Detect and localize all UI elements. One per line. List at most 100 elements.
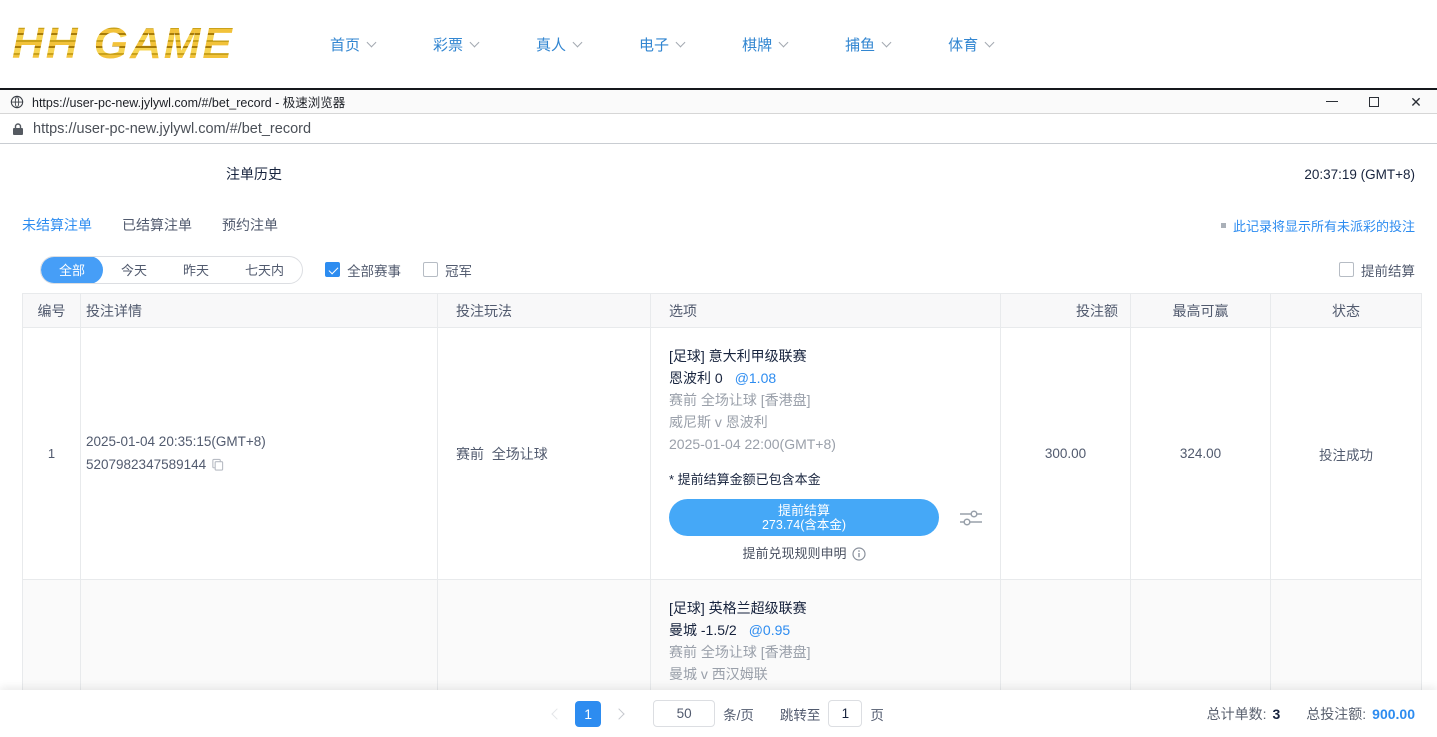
tab-unsettled[interactable]: 未结算注单 — [22, 215, 92, 235]
close-icon: ✕ — [1410, 95, 1422, 109]
prev-page-icon[interactable] — [551, 708, 562, 719]
note-text: 此记录将显示所有未派彩的投注 — [1233, 216, 1415, 235]
nav-item-lottery[interactable]: 彩票 — [433, 34, 478, 55]
note-bullet-icon — [1221, 223, 1226, 228]
close-button[interactable]: ✕ — [1395, 90, 1437, 113]
minimize-button[interactable] — [1311, 90, 1353, 113]
maximize-icon — [1369, 97, 1379, 107]
nav-item-cards[interactable]: 棋牌 — [742, 34, 787, 55]
bet-record-page: 注单历史 20:37:19 (GMT+8) 未结算注单 已结算注单 预约注单 此… — [0, 144, 1437, 737]
cell-detail: 2025-01-04 20:35:15(GMT+8) 5207982347589… — [81, 328, 438, 580]
total-count-value: 3 — [1272, 706, 1280, 722]
site-header: HH GAME 首页 彩票 真人 电子 棋牌 捕鱼 体育 — [0, 0, 1437, 88]
pill-all[interactable]: 全部 — [41, 256, 103, 284]
date-filter-group: 全部 今天 昨天 七天内 — [40, 256, 303, 284]
checkbox-checked-icon — [325, 262, 340, 277]
record-note: 此记录将显示所有未派彩的投注 — [1221, 216, 1415, 235]
total-count-label: 总计单数: — [1207, 704, 1267, 724]
bet-id: 5207982347589144 — [86, 457, 206, 472]
chevron-down-icon — [676, 37, 686, 47]
checkbox-label: 冠军 — [445, 260, 472, 280]
option-odds: @0.95 — [749, 622, 790, 638]
option-match: 威尼斯 v 恩波利 — [669, 411, 1000, 433]
jump-unit-label: 页 — [870, 704, 884, 724]
chevron-down-icon — [573, 37, 583, 47]
checkbox-unchecked-icon — [423, 262, 438, 277]
page-number-button[interactable]: 1 — [575, 701, 601, 727]
option-match: 曼城 v 西汉姆联 — [669, 663, 1000, 685]
copy-icon[interactable] — [211, 459, 224, 474]
total-amount-label: 总投注额: — [1306, 704, 1366, 724]
server-time: 20:37:19 (GMT+8) — [1304, 167, 1415, 182]
header-detail: 投注详情 — [81, 294, 438, 328]
table-header-row: 编号 投注详情 投注玩法 选项 投注额 最高可赢 状态 — [23, 294, 1421, 328]
window-controls: ✕ — [1311, 90, 1437, 113]
total-amount-value: 900.00 — [1372, 706, 1415, 722]
cell-maxwin: 324.00 — [1131, 328, 1271, 580]
header-play: 投注玩法 — [438, 294, 651, 328]
url-text[interactable]: https://user-pc-new.jylywl.com/#/bet_rec… — [33, 121, 311, 137]
site-logo[interactable]: HH GAME — [12, 22, 292, 66]
bet-id-line: 5207982347589144 — [86, 453, 437, 478]
nav-item-home[interactable]: 首页 — [330, 34, 375, 55]
chevron-down-icon — [882, 37, 892, 47]
totals: 总计单数: 3 总投注额: 900.00 — [1207, 704, 1415, 724]
footer-bar: 1 条/页 跳转至 页 总计单数: 3 总投注额: 900.00 — [0, 690, 1437, 737]
page-title: 注单历史 — [226, 164, 282, 184]
sliders-icon[interactable] — [959, 508, 983, 528]
early-settle-checkbox[interactable]: 提前结算 — [1339, 260, 1415, 280]
filter-row: 全部 今天 昨天 七天内 全部赛事 冠军 提前结算 — [0, 246, 1437, 293]
champion-checkbox[interactable]: 冠军 — [423, 260, 472, 280]
pill-today[interactable]: 今天 — [103, 256, 165, 284]
header-maxwin: 最高可赢 — [1131, 294, 1271, 328]
address-bar: https://user-pc-new.jylywl.com/#/bet_rec… — [0, 114, 1437, 144]
browser-title: https://user-pc-new.jylywl.com/#/bet_rec… — [32, 92, 345, 111]
nav-item-live[interactable]: 真人 — [536, 34, 581, 55]
chevron-down-icon — [985, 37, 995, 47]
all-events-checkbox[interactable]: 全部赛事 — [325, 260, 401, 280]
cashout-rule-text: 提前兑现规则申明 — [742, 543, 846, 565]
bet-table: 编号 投注详情 投注玩法 选项 投注额 最高可赢 状态 1 2025-01-04… — [22, 293, 1422, 737]
pagination: 1 条/页 跳转至 页 — [553, 700, 884, 727]
option-match-time: 2025-01-04 22:00(GMT+8) — [669, 433, 1000, 455]
cell-amount: 300.00 — [1001, 328, 1131, 580]
cell-status: 投注成功 — [1271, 328, 1421, 580]
nav-item-fishing[interactable]: 捕鱼 — [845, 34, 890, 55]
option-league: [足球] 意大利甲级联赛 — [669, 345, 1000, 367]
header-no: 编号 — [23, 294, 81, 328]
option-pick: 恩波利 0 — [669, 370, 723, 386]
nav-item-sports[interactable]: 体育 — [948, 34, 993, 55]
nav-item-slots[interactable]: 电子 — [639, 34, 684, 55]
header-option: 选项 — [651, 294, 1001, 328]
cashout-button[interactable]: 提前结算 273.74(含本金) — [669, 499, 939, 536]
info-icon — [852, 547, 866, 561]
tabs-row: 未结算注单 已结算注单 预约注单 此记录将显示所有未派彩的投注 — [0, 204, 1437, 246]
cashout-button-amount: 273.74(含本金) — [762, 518, 846, 533]
pill-yesterday[interactable]: 昨天 — [165, 256, 227, 284]
option-pick-line: 曼城 -1.5/2 @0.95 — [669, 619, 1000, 641]
tab-reserved[interactable]: 预约注单 — [222, 215, 278, 235]
cell-option: [足球] 意大利甲级联赛 恩波利 0 @1.08 赛前 全场让球 [香港盘] 威尼… — [651, 328, 1001, 580]
minimize-icon — [1326, 101, 1338, 102]
cashout-rule-link[interactable]: 提前兑现规则申明 — [669, 543, 939, 565]
cashout-note: * 提前结算金额已包含本金 — [669, 469, 1000, 491]
tab-settled[interactable]: 已结算注单 — [122, 215, 192, 235]
page-size-input[interactable] — [653, 700, 715, 727]
option-market: 赛前 全场让球 [香港盘] — [669, 641, 1000, 663]
jump-page-input[interactable] — [828, 700, 862, 727]
table-row: 1 2025-01-04 20:35:15(GMT+8) 52079823475… — [23, 328, 1421, 580]
page-header: 注单历史 20:37:19 (GMT+8) — [0, 144, 1437, 204]
next-page-icon[interactable] — [613, 708, 624, 719]
maximize-button[interactable] — [1353, 90, 1395, 113]
cashout-row: 提前结算 273.74(含本金) — [669, 499, 1000, 536]
pill-seven-days[interactable]: 七天内 — [227, 256, 302, 284]
option-market: 赛前 全场让球 [香港盘] — [669, 389, 1000, 411]
checkbox-label: 全部赛事 — [347, 260, 401, 280]
checkbox-label: 提前结算 — [1361, 260, 1415, 280]
chevron-down-icon — [470, 37, 480, 47]
option-league: [足球] 英格兰超级联赛 — [669, 597, 1000, 619]
globe-icon — [10, 95, 24, 109]
option-odds: @1.08 — [735, 370, 776, 386]
nav-label: 棋牌 — [742, 34, 772, 55]
option-pick: 曼城 -1.5/2 — [669, 622, 737, 638]
